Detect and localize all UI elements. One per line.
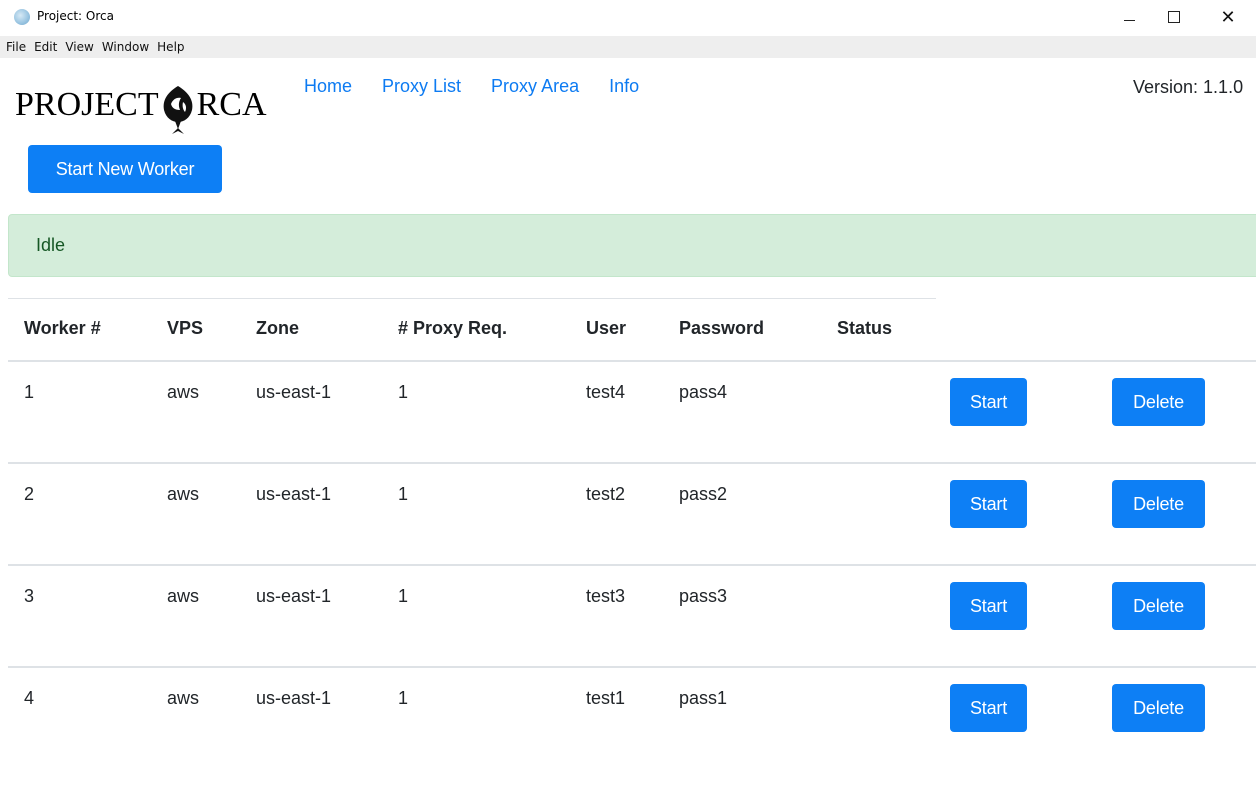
cell-zone: us-east-1 [256, 586, 332, 606]
header-password: Password [679, 318, 765, 338]
table-row: 4 aws us-east-1 1 test1 pass1 Start Dele… [8, 666, 1256, 768]
cell-worker: 3 [24, 586, 35, 606]
nav-proxy-list[interactable]: Proxy List [367, 76, 476, 97]
cell-worker: 4 [24, 688, 35, 708]
cell-proxy-req: 1 [398, 382, 409, 402]
header-zone: Zone [256, 318, 299, 338]
table-top-divider [8, 298, 936, 299]
cell-worker: 1 [24, 382, 35, 402]
orca-app-icon [14, 9, 30, 25]
nav-home[interactable]: Home [292, 76, 367, 97]
menu-edit[interactable]: Edit [30, 36, 61, 58]
delete-worker-button[interactable]: Delete [1112, 582, 1205, 630]
header-proxy-req: # Proxy Req. [398, 318, 508, 338]
header-vps: VPS [167, 318, 204, 338]
window-titlebar: Project: Orca ✕ [0, 0, 1256, 36]
table-row: 1 aws us-east-1 1 test4 pass4 Start Dele… [8, 360, 1256, 462]
logo-text-left: PROJECT [15, 86, 159, 123]
cell-user: test2 [586, 484, 626, 504]
cell-zone: us-east-1 [256, 688, 332, 708]
cell-user: test3 [586, 586, 626, 606]
header-user: User [586, 318, 627, 338]
cell-password: pass2 [679, 484, 728, 504]
delete-worker-button[interactable]: Delete [1112, 480, 1205, 528]
window-title: Project: Orca [37, 9, 114, 23]
cell-proxy-req: 1 [398, 586, 409, 606]
table-row: 3 aws us-east-1 1 test3 pass3 Start Dele… [8, 564, 1256, 666]
cell-zone: us-east-1 [256, 484, 332, 504]
table-row: 2 aws us-east-1 1 test2 pass2 Start Dele… [8, 462, 1256, 564]
nav-info[interactable]: Info [594, 76, 654, 97]
delete-worker-button[interactable]: Delete [1112, 684, 1205, 732]
close-icon[interactable]: ✕ [1205, 0, 1251, 34]
project-orca-logo: PROJECT RCA [15, 80, 267, 134]
cell-vps: aws [167, 484, 200, 504]
cell-password: pass1 [679, 688, 728, 708]
cell-user: test1 [586, 688, 626, 708]
cell-vps: aws [167, 586, 200, 606]
minimize-icon[interactable] [1106, 0, 1152, 34]
start-worker-button[interactable]: Start [950, 582, 1027, 630]
version-label: Version: 1.1.0 [1133, 77, 1244, 97]
maximize-icon[interactable] [1151, 0, 1197, 34]
start-worker-button[interactable]: Start [950, 684, 1027, 732]
cell-vps: aws [167, 382, 200, 402]
start-worker-button[interactable]: Start [950, 378, 1027, 426]
start-worker-button[interactable]: Start [950, 480, 1027, 528]
cell-proxy-req: 1 [398, 484, 409, 504]
cell-vps: aws [167, 688, 200, 708]
orca-logo-icon [160, 82, 196, 136]
header-status: Status [837, 318, 893, 338]
cell-worker: 2 [24, 484, 35, 504]
menu-help[interactable]: Help [153, 36, 188, 58]
nav-proxy-area[interactable]: Proxy Area [476, 76, 594, 97]
header-worker: Worker # [24, 318, 101, 338]
delete-worker-button[interactable]: Delete [1112, 378, 1205, 426]
cell-zone: us-east-1 [256, 382, 332, 402]
menu-view[interactable]: View [61, 36, 97, 58]
cell-password: pass4 [679, 382, 728, 402]
start-new-worker-button[interactable]: Start New Worker [28, 145, 222, 193]
menu-window[interactable]: Window [98, 36, 153, 58]
menu-file[interactable]: File [2, 36, 30, 58]
cell-proxy-req: 1 [398, 688, 409, 708]
status-alert-text: Idle [36, 235, 66, 255]
logo-text-right: RCA [196, 86, 267, 123]
cell-user: test4 [586, 382, 626, 402]
menu-bar: File Edit View Window Help [0, 36, 1256, 58]
main-nav: Home Proxy List Proxy Area Info [292, 76, 654, 97]
status-alert: Idle [8, 214, 1256, 277]
cell-password: pass3 [679, 586, 728, 606]
